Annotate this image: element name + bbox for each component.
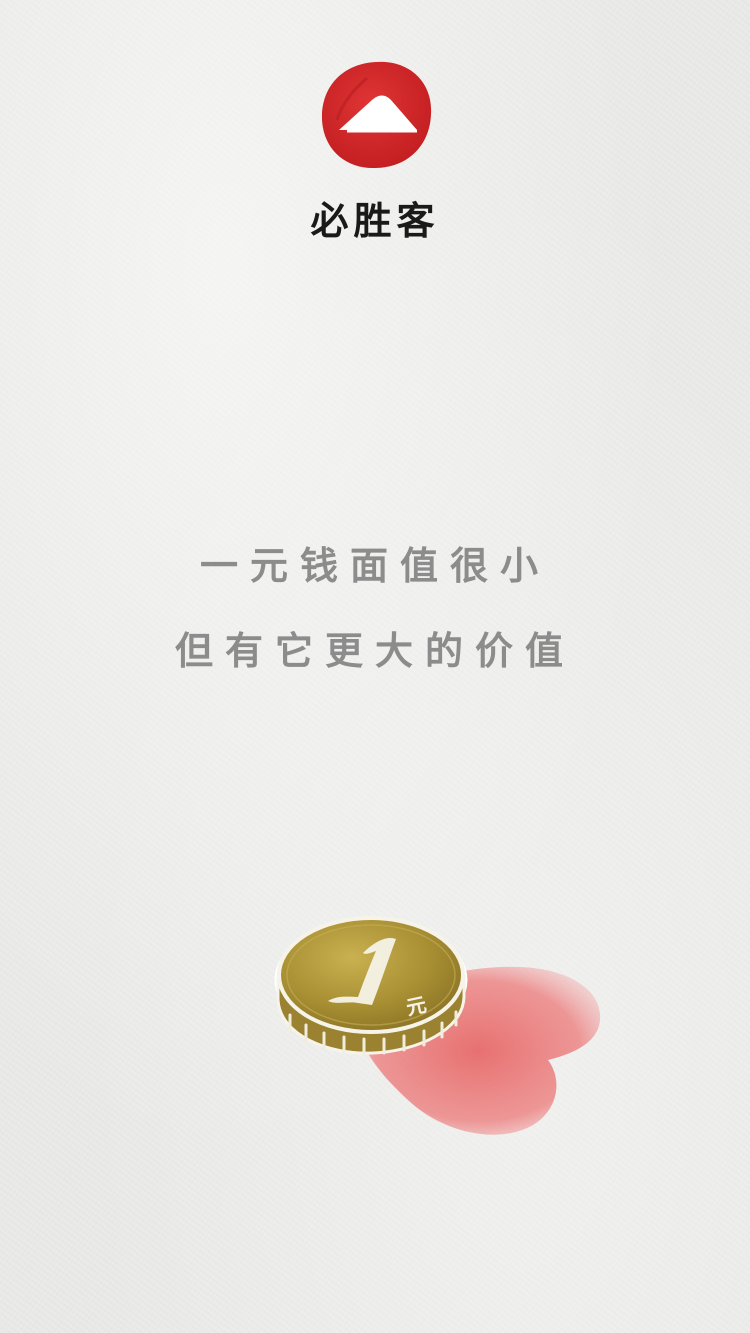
coin-with-heart-shadow: 元: [274, 916, 601, 1135]
brand-name: 必胜客: [310, 199, 440, 243]
pizza-hut-logo-icon: [321, 61, 432, 169]
slogan-line-2: 但有它更大的价值: [174, 628, 575, 673]
slogan-line-1: 一元钱面值很小: [199, 543, 550, 588]
